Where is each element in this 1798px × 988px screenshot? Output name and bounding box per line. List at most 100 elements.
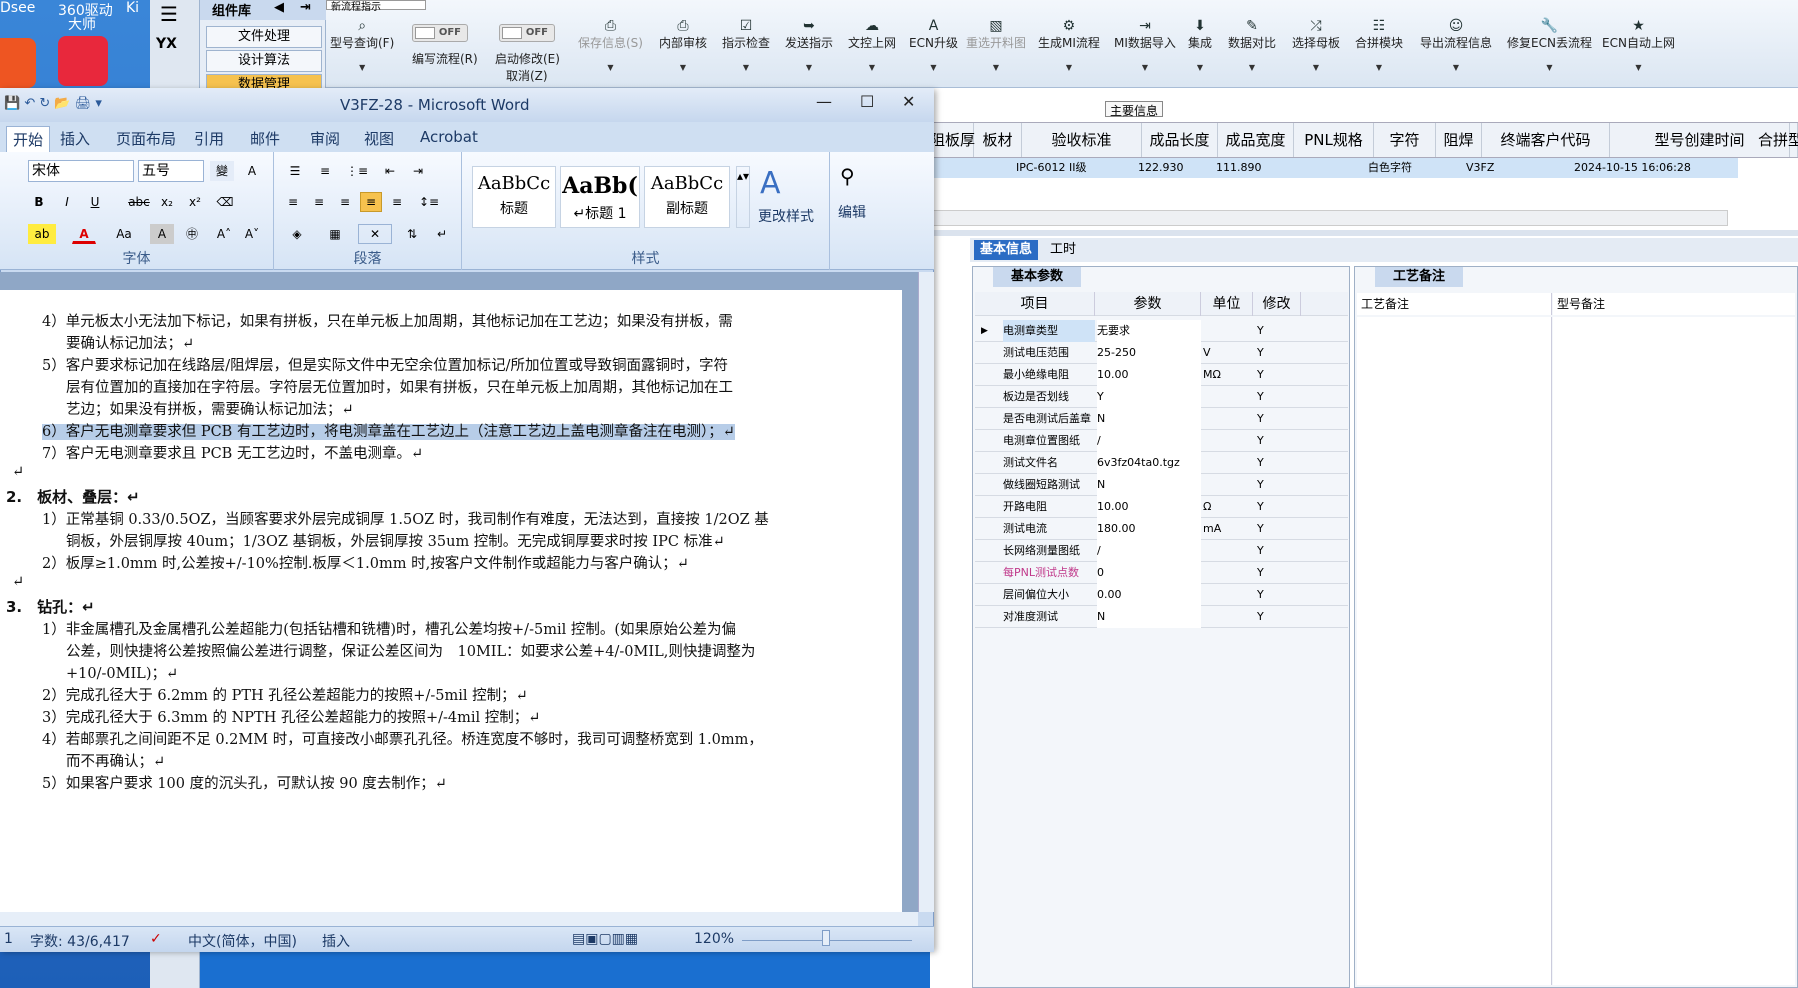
toolbar-button[interactable]: ☁ 文控上网 ▼ [848, 18, 896, 72]
style-heading1[interactable]: AaBb(↵标题 1 [560, 166, 640, 228]
param-modify[interactable]: Y [1257, 540, 1301, 562]
numbering-icon[interactable]: ≡ [312, 161, 338, 181]
cancel-label[interactable]: 取消(Z) [506, 67, 548, 84]
enclose-char-icon[interactable]: ㊥ [180, 224, 204, 244]
vertical-scrollbar[interactable] [918, 272, 934, 912]
grid-column-header[interactable]: 字符 [1374, 123, 1436, 157]
font-name-select[interactable]: 宋体 [28, 160, 134, 182]
param-modify[interactable]: Y [1257, 342, 1301, 364]
param-modify[interactable]: Y [1257, 474, 1301, 496]
param-modify[interactable]: Y [1257, 606, 1301, 628]
param-modify[interactable]: Y [1257, 320, 1301, 342]
horizontal-scrollbar[interactable] [930, 210, 1728, 226]
param-row[interactable]: 电测章类型 无要求 Y ▶ [975, 320, 1348, 342]
param-value[interactable]: 10.00 [1097, 364, 1201, 386]
tab-4[interactable]: 邮件 [250, 128, 280, 149]
shrink-font-icon[interactable]: A˅ [240, 224, 264, 244]
grid-column-header[interactable]: 成品宽度 [1218, 123, 1294, 157]
tab-2[interactable]: 页面布局 [116, 128, 176, 149]
toolbar-button[interactable]: ☷ 合拼模块 ▼ [1355, 18, 1403, 72]
multilevel-list-icon[interactable]: ⋮≡ [344, 161, 370, 181]
spellcheck-icon[interactable]: ✓ [150, 931, 162, 947]
line-spacing-icon[interactable]: ↕≡ [414, 192, 444, 212]
bold-icon[interactable]: B [28, 192, 50, 212]
shading-icon[interactable]: ◈ [282, 224, 312, 244]
menu-icon[interactable]: ☰ [160, 2, 178, 26]
param-modify[interactable]: Y [1257, 518, 1301, 540]
tab-basic-info[interactable]: 基本信息 [974, 240, 1039, 260]
app-shortcut-icon[interactable] [58, 36, 108, 86]
param-row[interactable]: 层间偏位大小 0.00 Y [975, 584, 1348, 606]
subscript-icon[interactable]: x₂ [156, 192, 178, 212]
param-row[interactable]: 测试电流 180.00 mA Y [975, 518, 1348, 540]
param-column-header[interactable]: 修改 [1253, 292, 1301, 316]
param-row[interactable]: 是否电测试后盖章 N Y [975, 408, 1348, 430]
phonetic-icon[interactable]: 變 [210, 161, 234, 181]
quick-access-icons[interactable]: 💾 ↶ ↻ 📂 🖨 ▾ [4, 96, 102, 111]
param-modify[interactable]: Y [1257, 452, 1301, 474]
increase-indent-icon[interactable]: ⇥ [406, 161, 430, 181]
param-column-header[interactable]: 参数 [1095, 292, 1201, 316]
toolbar-button[interactable]: ☺ 导出流程信息 ▼ [1420, 18, 1492, 72]
style-title[interactable]: AaBbCc 标题 [472, 166, 556, 228]
grid-column-header[interactable]: 终端客户代码 [1482, 123, 1610, 157]
minimize-icon[interactable]: — [816, 92, 832, 111]
tab-7[interactable]: Acrobat [420, 128, 478, 146]
param-modify[interactable]: Y [1257, 562, 1301, 584]
grid-column-header[interactable]: 阻焊 [1436, 123, 1482, 157]
align-center-icon[interactable]: ≡ [308, 192, 330, 212]
tab-5[interactable]: 审阅 [310, 128, 340, 149]
param-value[interactable]: 0.00 [1097, 584, 1201, 606]
param-value[interactable]: / [1097, 430, 1201, 452]
grid-column-header[interactable]: PNL规格 [1294, 123, 1374, 157]
show-marks-icon[interactable]: ↵ [430, 224, 454, 244]
param-value[interactable]: 10.00 [1097, 496, 1201, 518]
grid-column-header[interactable]: 验收标准 [1022, 123, 1142, 157]
font-size-select[interactable]: 五号 [138, 160, 204, 182]
close-icon[interactable]: ✕ [902, 92, 915, 111]
grow-font-icon[interactable]: A˄ [212, 224, 236, 244]
change-style-label[interactable]: 更改样式 [758, 206, 814, 226]
craft-notes-text[interactable] [1357, 317, 1552, 985]
font-border-icon[interactable]: A [240, 161, 264, 181]
param-value[interactable]: 0 [1097, 562, 1201, 584]
char-shading-icon[interactable]: A [150, 224, 174, 244]
param-value[interactable]: 180.00 [1097, 518, 1201, 540]
maximize-icon[interactable]: ☐ [860, 92, 874, 111]
craft-notes-tab[interactable]: 工艺备注 [1375, 267, 1463, 287]
grid-column-header[interactable]: 板材 [974, 123, 1022, 157]
param-modify[interactable]: Y [1257, 364, 1301, 386]
yx-icon[interactable]: YX [156, 36, 177, 52]
flow-tab[interactable]: 新流程指示 [326, 0, 426, 13]
grid-column-header[interactable]: 合拼型 [1758, 123, 1798, 157]
param-column-header[interactable]: 项目 [975, 292, 1095, 316]
param-value[interactable]: Y [1097, 386, 1201, 408]
param-value[interactable]: N [1097, 408, 1201, 430]
toolbar-button[interactable]: 🔧 修复ECN丢流程 ▼ [1507, 18, 1592, 72]
basic-params-tab[interactable]: 基本参数 [993, 267, 1081, 287]
strikethrough-icon[interactable]: abc [126, 192, 152, 212]
view-buttons[interactable]: ▤▣▢▥▦ [572, 931, 638, 947]
word-count[interactable]: 字数: 43/6,417 [30, 931, 130, 951]
tab-worktime[interactable]: 工时 [1044, 240, 1082, 260]
bullets-icon[interactable]: ☰ [282, 161, 308, 181]
align-right-icon[interactable]: ≡ [334, 192, 356, 212]
component-item[interactable]: 文件处理 [206, 26, 322, 48]
borders-icon[interactable]: ▦ [320, 224, 350, 244]
font-color-icon[interactable]: A [72, 224, 96, 244]
superscript-icon[interactable]: x² [184, 192, 206, 212]
toolbar-button[interactable]: ☑ 指示检查 ▼ [722, 18, 770, 72]
style-subtitle[interactable]: AaBbCc 副标题 [644, 166, 730, 228]
toolbar-button[interactable]: ⚙ 生成MI流程 ▼ [1038, 18, 1100, 72]
write-flow-toggle[interactable]: OFF [412, 24, 468, 42]
tab-1[interactable]: 插入 [60, 128, 90, 149]
tab-0[interactable]: 开始 [6, 126, 51, 152]
grid-column-header[interactable]: 阻板厚 [930, 123, 975, 157]
toolbar-button[interactable]: ⬇ 集成 ▼ [1188, 18, 1212, 72]
param-value[interactable]: N [1097, 606, 1201, 628]
param-row[interactable]: 电测章位置图纸 / Y [975, 430, 1348, 452]
param-value[interactable]: 6v3fz04ta0.tgz [1097, 452, 1201, 474]
sort-icon[interactable]: ⇅ [400, 224, 424, 244]
param-row[interactable]: 对准度测试 N Y [975, 606, 1348, 628]
param-row[interactable]: 板边是否划线 Y Y [975, 386, 1348, 408]
